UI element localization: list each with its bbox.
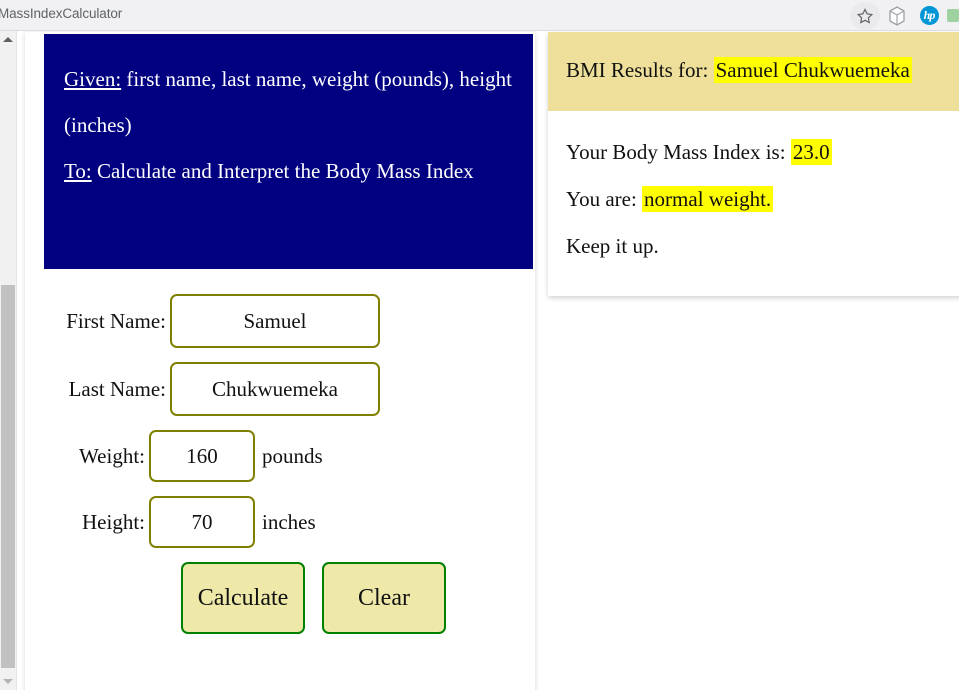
weight-label: Weight:	[79, 443, 145, 468]
tab-title[interactable]: MassIndexCalculator	[0, 6, 122, 21]
hp-extension-button[interactable]: hp	[913, 0, 945, 31]
browser-tab-bar: MassIndexCalculator hp	[0, 0, 959, 31]
status-value: normal weight.	[642, 186, 774, 212]
weight-unit-label: pounds	[262, 443, 323, 468]
bmi-status-line: You are: normal weight.	[566, 176, 959, 223]
results-header: BMI Results for: Samuel Chukwuemeka	[548, 32, 959, 111]
browser-window: MassIndexCalculator hp Given: first name…	[0, 0, 959, 690]
cube-extension-icon	[889, 5, 905, 26]
problem-statement-box: Given: first name, last name, weight (po…	[44, 34, 533, 269]
to-text: Calculate and Interpret the Body Mass In…	[91, 159, 474, 183]
page-viewport: Given: first name, last name, weight (po…	[0, 31, 959, 690]
bookmark-star-highlight	[850, 1, 880, 30]
given-line: Given: first name, last name, weight (po…	[64, 56, 515, 148]
status-prefix-text: You are:	[566, 187, 643, 211]
first-name-row: First Name:	[44, 294, 533, 348]
cube-extension-button[interactable]	[881, 0, 913, 31]
clear-button[interactable]: Clear	[322, 562, 446, 634]
calculator-panel: Given: first name, last name, weight (po…	[25, 32, 535, 690]
given-text: first name, last name, weight (pounds), …	[64, 67, 512, 137]
weight-input[interactable]	[149, 430, 255, 482]
green-extension-icon	[947, 9, 959, 22]
last-name-input[interactable]	[170, 362, 380, 416]
bookmark-star-button[interactable]	[849, 0, 881, 31]
results-header-prefix: BMI Results for:	[566, 58, 714, 82]
browser-toolbar-icons: hp	[849, 0, 959, 31]
first-name-label: First Name:	[66, 308, 166, 333]
results-body: Your Body Mass Index is: 23.0 You are: n…	[548, 111, 959, 296]
last-name-row: Last Name:	[44, 362, 533, 416]
page-scrollbar-vertical[interactable]	[0, 31, 17, 690]
results-panel: BMI Results for: Samuel Chukwuemeka Your…	[548, 32, 959, 296]
scrollbar-down-arrow-icon[interactable]	[0, 673, 16, 690]
to-label: To:	[64, 159, 92, 183]
last-name-label: Last Name:	[68, 376, 166, 401]
bmi-value-line: Your Body Mass Index is: 23.0	[566, 129, 959, 176]
bookmark-star-icon	[856, 7, 874, 24]
calculate-button[interactable]: Calculate	[181, 562, 305, 634]
height-label: Height:	[82, 509, 145, 534]
encouragement-line: Keep it up.	[566, 234, 659, 258]
bmi-prefix-text: Your Body Mass Index is:	[566, 140, 791, 164]
green-extension-button[interactable]	[945, 0, 959, 31]
given-label: Given:	[64, 67, 122, 91]
weight-row: Weight: pounds	[44, 430, 533, 482]
scrollbar-up-arrow-icon[interactable]	[0, 31, 16, 48]
height-input[interactable]	[149, 496, 255, 548]
results-header-name: Samuel Chukwuemeka	[713, 57, 912, 83]
first-name-input[interactable]	[170, 294, 380, 348]
form-button-row: Calculate Clear	[181, 562, 533, 634]
height-unit-label: inches	[262, 509, 316, 534]
height-row: Height: inches	[44, 496, 533, 548]
bmi-form: First Name: Last Name: Weight: pounds He…	[44, 294, 533, 634]
bmi-value: 23.0	[790, 139, 832, 165]
to-line: To: Calculate and Interpret the Body Mas…	[64, 148, 515, 194]
scrollbar-thumb[interactable]	[1, 285, 15, 668]
hp-logo-icon: hp	[919, 6, 939, 25]
